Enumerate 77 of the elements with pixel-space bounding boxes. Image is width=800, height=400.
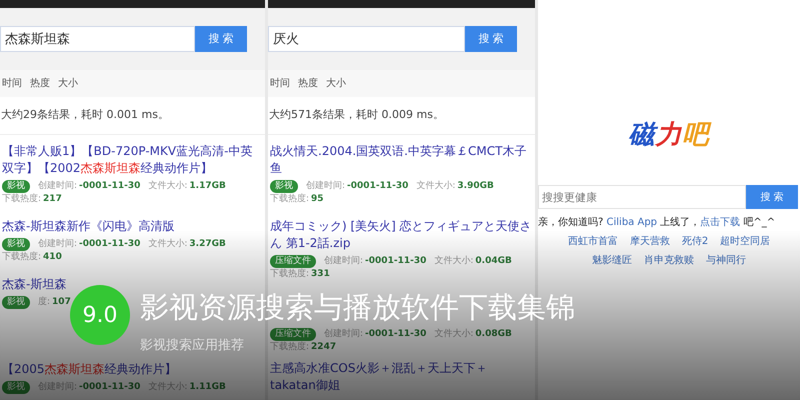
field-label: 文件大小: xyxy=(148,180,188,190)
field-label: 文件大小: xyxy=(148,238,188,248)
result-title[interactable]: 杰森-斯坦森 xyxy=(2,276,66,292)
notice-text: 吧^_^ xyxy=(742,217,776,228)
file-size: 0.04GB xyxy=(475,256,512,266)
result-title[interactable]: 【非常人贩1】【BD-720P-MKV蓝光高清-中英双字】【2002杰森斯坦森经典动作片】 xyxy=(2,142,263,176)
created-date: -0001-11-30 xyxy=(79,180,140,190)
category-tag: 影视 xyxy=(2,296,30,308)
field-label: 文件大小: xyxy=(434,329,474,339)
hot-search-link[interactable]: 魅影缝匠 xyxy=(592,253,632,268)
category-tag: 压缩文件 xyxy=(270,254,316,268)
download-heat: 331 xyxy=(311,268,330,278)
hot-search-link[interactable]: 西虹市首富 xyxy=(568,234,618,249)
download-heat: 95 xyxy=(311,194,324,204)
sort-option[interactable]: 热度 xyxy=(298,76,318,91)
hot-search-link[interactable]: 与神同行 xyxy=(706,253,746,268)
sort-option[interactable]: 热度 xyxy=(30,76,50,91)
sort-option[interactable]: 时间 xyxy=(2,76,22,91)
search-button[interactable]: 搜 索 xyxy=(746,185,798,209)
search-field[interactable]: 搜搜更健康 xyxy=(538,185,746,209)
field-label: 创建时间: xyxy=(38,238,78,248)
sort-option[interactable]: 时间 xyxy=(270,76,290,91)
download-heat: 217 xyxy=(43,194,62,204)
search-button[interactable]: 搜 索 xyxy=(195,26,247,52)
search-field[interactable]: 厌火 xyxy=(268,26,465,52)
field-label: 创建时间: xyxy=(324,256,364,266)
result-title[interactable]: 杰森-斯坦森新作《闪电》高清版 xyxy=(2,218,174,234)
field-label: 度: xyxy=(38,296,50,306)
file-size: 3.90GB xyxy=(457,180,494,190)
field-label: 创建时间: xyxy=(306,180,346,190)
field-label: 创建时间: xyxy=(324,329,364,339)
download-heat: 2247 xyxy=(311,342,336,352)
result-summary: 大约571条结果，耗时 0.009 ms。 xyxy=(268,97,535,134)
field-label: 下载热度: xyxy=(2,194,42,204)
field-label: 下载热度: xyxy=(2,252,42,262)
search-field[interactable]: 杰森斯坦森 xyxy=(0,26,195,52)
search-button[interactable]: 搜 索 xyxy=(465,26,517,52)
banner-subtitle: 影视搜索应用推荐 xyxy=(140,337,244,355)
field-label: 创建时间: xyxy=(38,180,78,190)
category-tag: 影视 xyxy=(2,180,30,192)
field-label: 文件大小: xyxy=(434,256,474,266)
file-size: 1.11GB xyxy=(189,382,226,392)
file-size: 3.27GB xyxy=(189,238,226,248)
file-size: 0.08GB xyxy=(475,329,512,339)
download-heat: 107 xyxy=(52,296,71,306)
hot-search-link[interactable]: 肖申克救赎 xyxy=(644,253,694,268)
category-tag: 影视 xyxy=(2,238,30,250)
category-tag: 影视 xyxy=(2,381,30,394)
created-date: -0001-11-30 xyxy=(79,382,140,392)
banner-title: 影视资源搜索与播放软件下载集锦 xyxy=(140,289,575,326)
category-tag: 影视 xyxy=(270,180,298,192)
notice-link[interactable]: Ciliba App xyxy=(606,217,658,228)
result-title[interactable]: 成年コミック) [美矢火] 恋とフィギュアと天使さん 第1-2話.zip xyxy=(270,218,533,252)
field-label: 下载热度: xyxy=(270,268,310,278)
result-title[interactable]: 战火情天.2004.国英双语.中英字幕￡CMCT木子鱼 xyxy=(270,142,533,176)
result-summary: 大约29条结果，耗时 0.001 ms。 xyxy=(0,97,265,134)
created-date: -0001-11-30 xyxy=(347,180,408,190)
result-title[interactable]: 主感高水准COS火影＋混乱＋天上天下＋takatan御姐 xyxy=(270,360,533,394)
notice-text: 上线了， xyxy=(659,217,700,228)
created-date: -0001-11-30 xyxy=(365,329,426,339)
field-label: 下载热度: xyxy=(270,194,310,204)
field-label: 下载热度: xyxy=(270,342,310,352)
sort-option[interactable]: 大小 xyxy=(58,76,78,91)
site-logo: 磁力吧 xyxy=(628,119,710,152)
notice-text: 亲，你知道吗? xyxy=(538,217,604,228)
category-tag: 压缩文件 xyxy=(270,328,316,341)
field-label: 文件大小: xyxy=(416,180,456,190)
file-size: 1.17GB xyxy=(189,180,226,190)
hot-search-link[interactable]: 超时空同居 xyxy=(720,234,770,249)
hot-search-link[interactable]: 摩天营救 xyxy=(630,234,670,249)
created-date: -0001-11-30 xyxy=(79,238,140,248)
hot-search-link[interactable]: 死侍2 xyxy=(682,234,708,249)
download-heat: 410 xyxy=(43,252,62,262)
notice-link[interactable]: 点击下载 xyxy=(700,217,740,228)
created-date: -0001-11-30 xyxy=(365,256,426,266)
result-title[interactable]: 【2005杰森斯坦森经典动作片】 xyxy=(2,361,177,378)
sort-option[interactable]: 大小 xyxy=(326,76,346,91)
